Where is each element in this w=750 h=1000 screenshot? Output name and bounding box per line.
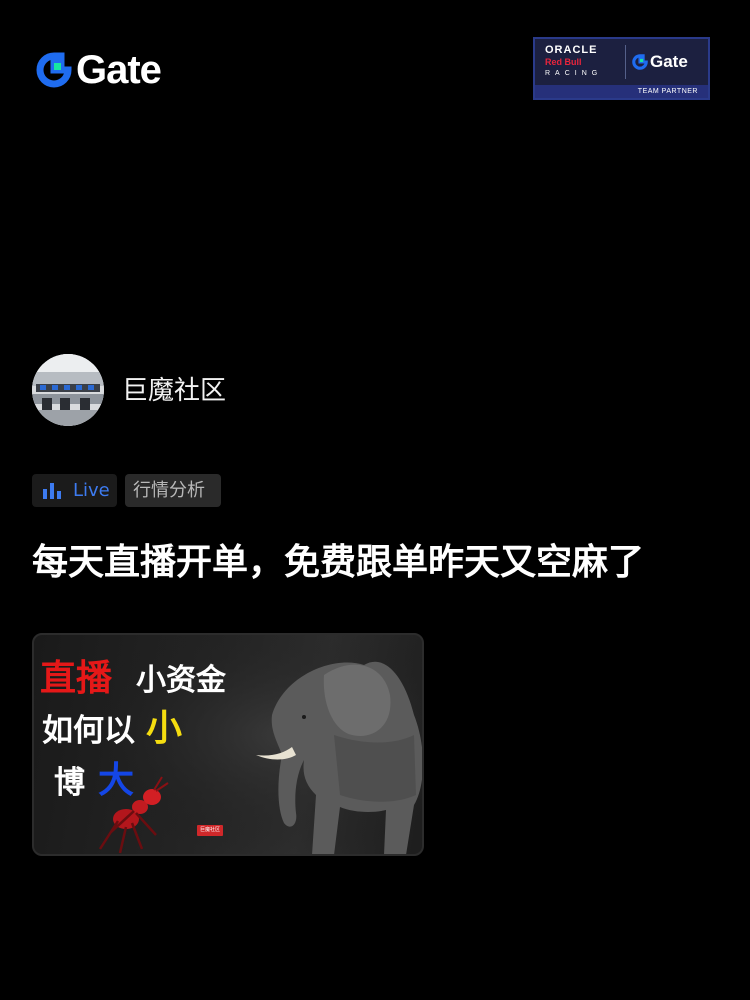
live-tag[interactable]: Live (32, 474, 117, 507)
bar-chart-icon (43, 482, 64, 499)
thumb-stamp: 巨魔社区 (197, 825, 223, 836)
thumb-text-live: 直播 (40, 657, 113, 699)
live-label: Live (73, 480, 110, 501)
post-thumbnail[interactable]: 直播 小资金 如何以 小 博 大 巨魔社区 (32, 633, 424, 856)
thumb-text-gain: 博 (54, 765, 85, 801)
thumb-text-small: 小 (146, 707, 183, 749)
thumb-text-small-funds: 小资金 (136, 663, 226, 698)
oracle-wordmark: ORACLE (545, 44, 598, 56)
racing-wordmark: RACING (545, 70, 603, 77)
author-name[interactable]: 巨魔社区 (122, 374, 226, 408)
post-title[interactable]: 每天直播开单，免费跟单昨天又空麻了 (32, 538, 644, 588)
team-partner-badge[interactable]: ORACLE Red Bull RACING Gate TEAM PARTNER (533, 37, 710, 100)
thumb-text-big: 大 (98, 759, 135, 801)
gate-logo[interactable]: Gate (36, 48, 162, 92)
category-tag[interactable]: 行情分析 (125, 474, 221, 507)
thumb-text-how: 如何以 (42, 713, 135, 749)
gate-logo-icon (632, 54, 648, 70)
office-photo-avatar (32, 354, 104, 426)
team-partner-label: TEAM PARTNER (535, 85, 708, 98)
gate-logo-icon (36, 52, 72, 88)
badge-divider (625, 45, 626, 79)
avatar[interactable] (32, 354, 104, 426)
redbull-wordmark: Red Bull (545, 57, 582, 67)
partner-gate-logo: Gate (632, 52, 688, 72)
category-label: 行情分析 (133, 480, 205, 501)
gate-logo-text: Gate (76, 48, 162, 92)
partner-gate-text: Gate (650, 52, 688, 71)
